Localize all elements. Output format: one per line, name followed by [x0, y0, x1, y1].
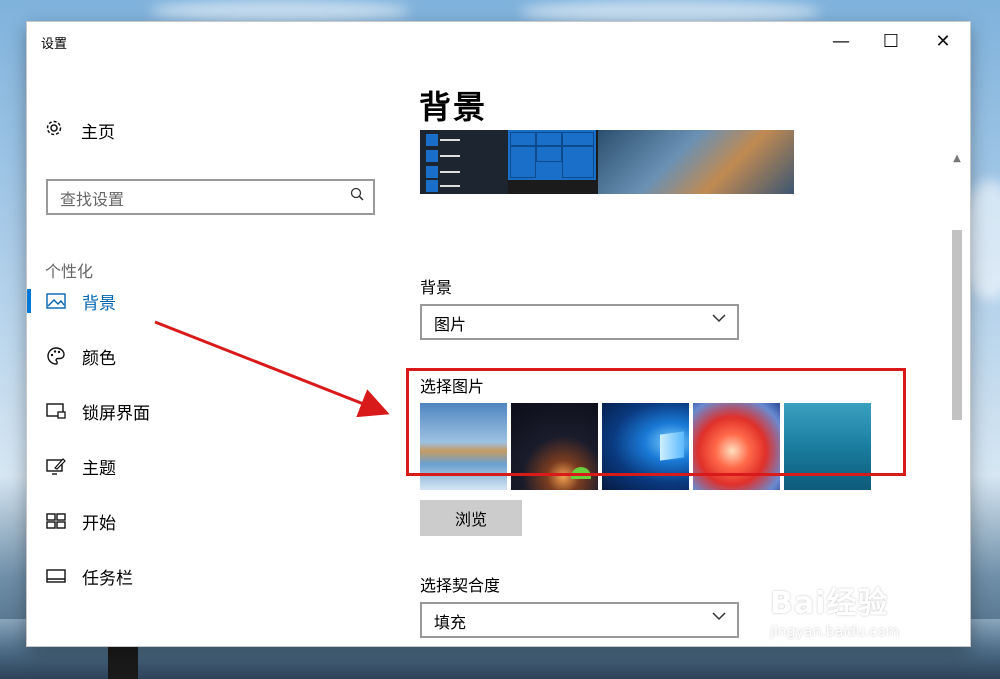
fit-label: 选择契合度	[420, 576, 501, 595]
background-dropdown[interactable]: 图片	[420, 304, 739, 340]
sidebar-item-label: 主题	[82, 458, 116, 479]
scroll-up-icon[interactable]: ▲	[949, 152, 965, 166]
scrollbar[interactable]: ▲ ▼	[949, 152, 965, 646]
sidebar-item-taskbar[interactable]: 任务栏	[27, 556, 399, 596]
sidebar-item-label: 任务栏	[82, 568, 133, 589]
page-title: 背景	[419, 88, 488, 126]
lock-screen-icon	[45, 400, 67, 422]
sidebar-item-start[interactable]: 开始	[27, 501, 399, 541]
watermark-url: jingyan.baidu.com	[770, 624, 900, 640]
start-icon	[45, 510, 67, 532]
gear-icon	[45, 119, 69, 142]
chevron-down-icon	[711, 608, 727, 628]
fit-dropdown[interactable]: 填充	[420, 602, 739, 638]
watermark-logo: Bai经验	[770, 586, 889, 621]
preview-wallpaper	[598, 130, 794, 194]
search-box[interactable]: 查找设置	[46, 179, 375, 215]
palette-icon	[45, 345, 67, 367]
close-button[interactable]: ✕	[917, 22, 969, 60]
watermark: Bai经验 jingyan.baidu.com	[770, 578, 899, 640]
sidebar-item-background[interactable]: 背景	[27, 281, 399, 321]
chevron-down-icon	[711, 310, 727, 330]
search-icon	[350, 186, 364, 205]
image-icon	[45, 290, 67, 312]
close-icon: ✕	[935, 30, 951, 52]
title-bar: 设置 — ☐ ✕	[27, 22, 970, 60]
minimize-button[interactable]: —	[815, 22, 867, 60]
fit-dropdown-value: 填充	[434, 613, 467, 632]
background-label: 背景	[420, 278, 453, 297]
highlight-box	[406, 368, 906, 476]
sidebar-item-label: 锁屏界面	[82, 403, 150, 424]
taskbar-icon	[45, 565, 67, 587]
search-placeholder: 查找设置	[60, 190, 125, 209]
minimize-icon: —	[832, 30, 850, 52]
sidebar-item-label: 背景	[82, 293, 116, 314]
sidebar: 主页 查找设置 个性化 背景 颜色 锁屏界面 主题 开始 任务栏	[27, 60, 399, 646]
desktop-cloud	[520, 0, 820, 24]
desktop-cloud	[150, 0, 410, 22]
main-content: 背景 背景 图片 选择图片 浏览 选择契合度 填充	[419, 60, 970, 646]
sidebar-item-themes[interactable]: 主题	[27, 446, 399, 486]
sidebar-item-colors[interactable]: 颜色	[27, 336, 399, 376]
home-label: 主页	[81, 122, 115, 143]
background-preview	[420, 130, 794, 194]
sidebar-item-lock-screen[interactable]: 锁屏界面	[27, 391, 399, 431]
browse-button[interactable]: 浏览	[420, 500, 522, 536]
settings-window: 设置 — ☐ ✕ 主页 查找设置 个性化 背景 颜色 锁屏界面 主题 开始 任务…	[27, 22, 970, 646]
home-link[interactable]: 主页	[45, 118, 115, 143]
section-title: 个性化	[45, 262, 94, 281]
window-title: 设置	[41, 37, 68, 52]
sidebar-item-label: 颜色	[82, 348, 116, 369]
maximize-icon: ☐	[882, 30, 900, 52]
sidebar-item-label: 开始	[82, 513, 116, 534]
preview-start-menu	[420, 130, 508, 194]
background-dropdown-value: 图片	[434, 315, 467, 334]
scrollbar-thumb[interactable]	[952, 230, 962, 420]
preview-tiles	[508, 130, 596, 180]
maximize-button[interactable]: ☐	[865, 22, 917, 60]
theme-icon	[45, 455, 67, 477]
